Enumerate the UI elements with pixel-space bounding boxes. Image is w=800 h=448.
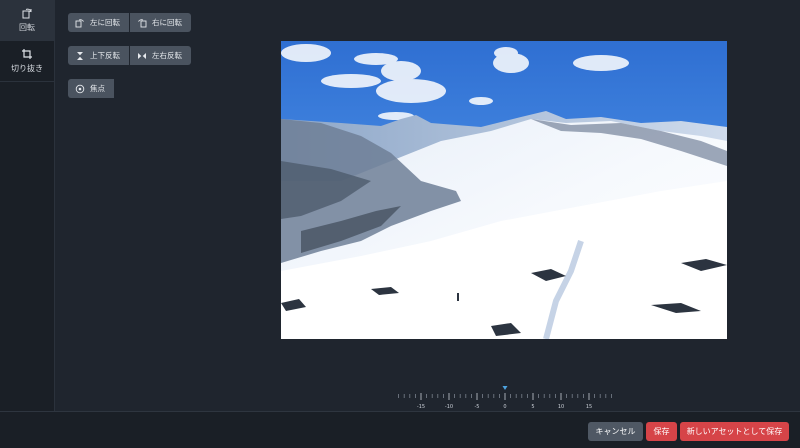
rotate-right-label: 右に回転 — [152, 18, 182, 27]
ruler-label: -5 — [475, 404, 480, 410]
rotate-right-icon — [138, 18, 147, 27]
save-as-new-asset-button[interactable]: 新しいアセットとして保存 — [680, 422, 789, 441]
flip-horizontal-icon — [138, 52, 146, 59]
ruler-label: -10 — [445, 404, 453, 410]
flip-button-group: 上下反転 左右反転 — [68, 46, 191, 65]
flip-vertical-button[interactable]: 上下反転 — [68, 46, 129, 65]
focus-button[interactable]: 焦点 — [68, 79, 114, 98]
rotate-right-button[interactable]: 右に回転 — [130, 13, 191, 32]
sidebar-item-label: 回転 — [19, 23, 35, 32]
rotation-indicator[interactable] — [502, 386, 508, 390]
ruler-label: 15 — [586, 404, 592, 410]
save-button[interactable]: 保存 — [646, 422, 677, 441]
rotate-icon — [22, 8, 32, 19]
snow-mountain-photo — [281, 41, 727, 339]
ruler-label: -15 — [417, 404, 425, 410]
sidebar-item-crop[interactable]: 切り抜き — [0, 41, 54, 82]
flip-vertical-icon — [77, 51, 83, 60]
image-preview[interactable] — [281, 41, 727, 339]
sidebar-item-rotate[interactable]: 回転 — [0, 0, 54, 41]
flip-horizontal-label: 左右反転 — [152, 51, 182, 60]
flip-horizontal-button[interactable]: 左右反転 — [130, 46, 191, 65]
focus-label: 焦点 — [90, 84, 105, 93]
flip-vertical-label: 上下反転 — [90, 51, 120, 60]
focus-button-group: 焦点 — [68, 79, 114, 98]
cancel-button[interactable]: キャンセル — [588, 422, 643, 441]
rotate-left-button[interactable]: 左に回転 — [68, 13, 129, 32]
rotate-left-icon — [75, 18, 84, 27]
ruler-label: 0 — [503, 404, 506, 410]
crop-icon — [22, 49, 32, 59]
sidebar-item-label: 切り抜き — [11, 64, 43, 73]
rotate-left-label: 左に回転 — [90, 18, 120, 27]
rotation-ruler[interactable]: -15 -10 -5 0 5 10 15 — [395, 386, 615, 410]
sidebar: 回転 切り抜き — [0, 0, 55, 411]
focus-icon — [75, 84, 85, 93]
footer-bar: キャンセル 保存 新しいアセットとして保存 — [0, 411, 800, 448]
ruler-label: 5 — [531, 404, 534, 410]
ruler-label: 10 — [558, 404, 564, 410]
rotate-button-group: 左に回転 右に回転 — [68, 13, 191, 32]
